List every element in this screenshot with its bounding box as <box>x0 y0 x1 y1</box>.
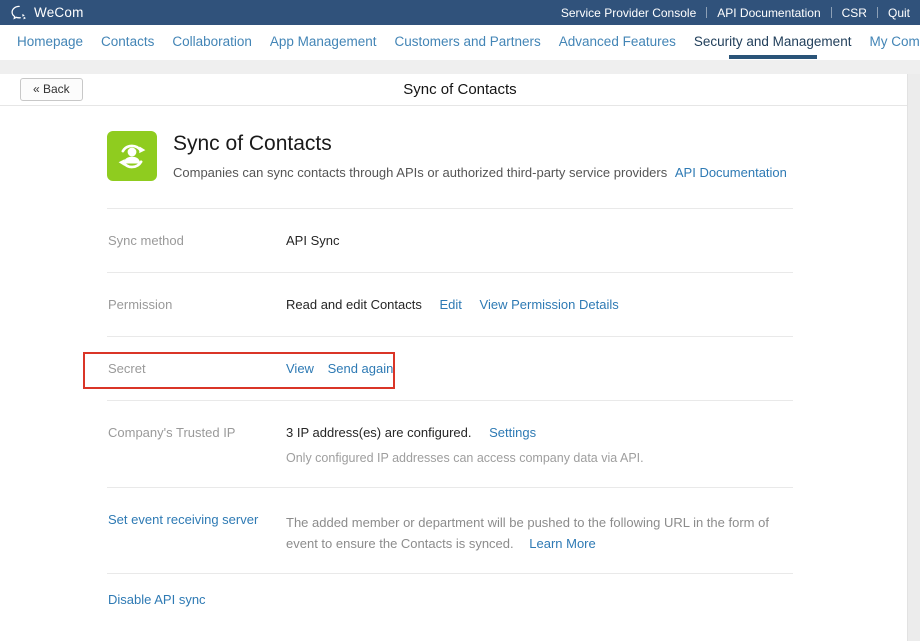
service-provider-console-link[interactable]: Service Provider Console <box>561 6 696 20</box>
view-secret-link[interactable]: View <box>286 361 314 376</box>
app-header: Sync of Contacts Companies can sync cont… <box>107 131 907 181</box>
vertical-scrollbar[interactable] <box>907 74 920 641</box>
main-nav: Homepage Contacts Collaboration App Mana… <box>0 25 920 60</box>
send-secret-again-link[interactable]: Send again <box>328 361 394 376</box>
permission-value: Read and edit Contacts <box>286 297 422 312</box>
row-secret: Secret View Send again <box>107 336 793 400</box>
nav-item-customers-and-partners[interactable]: Customers and Partners <box>385 25 549 60</box>
separator <box>877 7 878 18</box>
app-header-text: Sync of Contacts Companies can sync cont… <box>173 131 787 181</box>
nav-item-collaboration[interactable]: Collaboration <box>163 25 261 60</box>
content-area: Sync of Contacts Companies can sync cont… <box>0 106 907 641</box>
sync-method-label: Sync method <box>108 233 286 248</box>
app-subtitle: Companies can sync contacts through APIs… <box>173 165 787 180</box>
separator <box>706 7 707 18</box>
api-documentation-content-link[interactable]: API Documentation <box>675 165 787 180</box>
row-permission: Permission Read and edit Contacts Edit V… <box>107 272 793 336</box>
wecom-logo[interactable]: WeCom <box>10 4 84 22</box>
event-server-description: The added member or department will be p… <box>286 512 793 554</box>
secret-label: Secret <box>108 361 286 376</box>
set-event-server-label[interactable]: Set event receiving server <box>108 512 258 527</box>
back-button[interactable]: « Back <box>20 78 83 101</box>
trusted-ip-label: Company's Trusted IP <box>108 425 286 465</box>
trusted-ip-value: 3 IP address(es) are configured. <box>286 425 471 440</box>
trusted-ip-settings-link[interactable]: Settings <box>489 425 536 440</box>
page-title: Sync of Contacts <box>0 74 920 106</box>
nav-item-my-company[interactable]: My Company <box>860 25 920 60</box>
nav-item-homepage[interactable]: Homepage <box>8 25 92 60</box>
contacts-sync-icon <box>107 131 157 181</box>
view-permission-details-link[interactable]: View Permission Details <box>480 297 619 312</box>
learn-more-link[interactable]: Learn More <box>529 536 595 551</box>
csr-link[interactable]: CSR <box>842 6 867 20</box>
app-title: Sync of Contacts <box>173 132 787 156</box>
trusted-ip-note: Only configured IP addresses can access … <box>286 451 644 465</box>
api-documentation-link[interactable]: API Documentation <box>717 6 820 20</box>
row-trusted-ip: Company's Trusted IP 3 IP address(es) ar… <box>107 400 793 487</box>
top-bar: WeCom Service Provider Console API Docum… <box>0 0 920 25</box>
set-event-server-link[interactable]: Set event receiving server <box>108 512 286 554</box>
event-server-description-text: The added member or department will be p… <box>286 515 769 551</box>
sub-header: Sync of Contacts « Back <box>0 74 920 106</box>
subtitle-text: Companies can sync contacts through APIs… <box>173 165 667 180</box>
nav-item-app-management[interactable]: App Management <box>261 25 386 60</box>
disable-api-sync-link[interactable]: Disable API sync <box>108 592 206 607</box>
nav-item-advanced-features[interactable]: Advanced Features <box>550 25 685 60</box>
settings-list: Sync method API Sync Permission Read and… <box>107 208 793 627</box>
sync-method-value: API Sync <box>286 233 339 248</box>
trusted-ip-line: 3 IP address(es) are configured. Setting… <box>286 425 644 440</box>
quit-link[interactable]: Quit <box>888 6 910 20</box>
edit-permission-link[interactable]: Edit <box>440 297 462 312</box>
wecom-bubble-icon <box>10 4 28 22</box>
permission-label: Permission <box>108 297 286 312</box>
row-sync-method: Sync method API Sync <box>107 208 793 272</box>
page-background-strip <box>0 60 920 74</box>
topbar-links: Service Provider Console API Documentati… <box>561 6 910 20</box>
row-event-server: Set event receiving server The added mem… <box>107 487 793 573</box>
separator <box>831 7 832 18</box>
row-disable-api-sync: Disable API sync <box>107 573 793 627</box>
nav-item-contacts[interactable]: Contacts <box>92 25 163 60</box>
brand-name: WeCom <box>34 5 84 20</box>
nav-item-security-and-management[interactable]: Security and Management <box>685 25 861 60</box>
